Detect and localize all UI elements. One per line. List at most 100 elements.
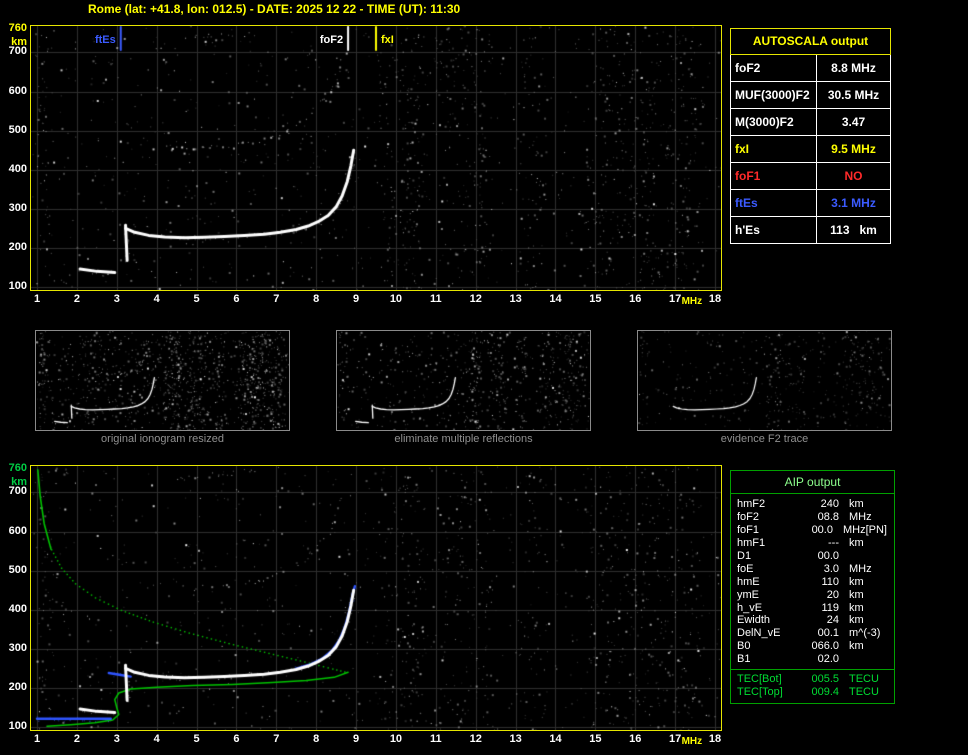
aip-row-label: foE [737, 562, 754, 575]
autoscala-row-label: h'Es [731, 217, 817, 243]
aip-row-b0: B0 066.0 km [737, 640, 889, 653]
thumbnail-caption-filtered: eliminate multiple reflections [394, 433, 533, 445]
autoscala-row-label: foF1 [731, 163, 817, 189]
x-axis-tick: 8 [313, 293, 320, 305]
page-title: Rome (lat: +41.8, lon: 012.5) - DATE: 20… [88, 2, 461, 16]
x-axis-tick: 16 [629, 733, 642, 745]
ionogram-plot-bottom [30, 465, 722, 731]
x-axis-unit: MHz [681, 736, 703, 747]
aip-row-unit: TECU [849, 685, 879, 698]
aip-row-unit: km [849, 601, 864, 614]
autoscala-row-value: 8.8 MHz [831, 61, 876, 75]
y-axis-tick: 100 [8, 720, 27, 732]
x-axis-tick: 4 [153, 293, 160, 305]
aip-row-tec[top]: TEC[Top] 009.4 TECU [737, 685, 889, 698]
autoscala-row-label: ftEs [731, 190, 817, 216]
x-axis-tick: 7 [273, 293, 280, 305]
y-axis-tick: 300 [8, 641, 27, 654]
aip-row-value: 110 [821, 575, 839, 588]
thumbnail-f2trace [637, 330, 892, 431]
aip-row-unit: km [849, 498, 864, 511]
aip-output-panel: AIP output hmF2 240 km foF2 08.8 MHz foF1 00.0 M… [730, 470, 895, 705]
y-axis-tick: 400 [8, 602, 27, 615]
aip-row-ewidth: Ewidth 24 km [737, 614, 889, 627]
ftes-marker-label: ftEs [94, 34, 116, 46]
aip-separator [731, 668, 894, 670]
x-axis-tick: 2 [73, 293, 80, 305]
aip-row-unit: TECU [849, 673, 879, 686]
autoscala-output-panel: AUTOSCALA output foF2 8.8 MHz MUF(3000)F2 3… [730, 28, 891, 244]
y-axis-tick: 200 [8, 240, 27, 253]
autoscala-row-value: 30.5 MHz [827, 88, 880, 102]
x-axis-tick: 4 [153, 733, 160, 745]
aip-row-tec[bot]: TEC[Bot] 005.5 TECU [737, 673, 889, 686]
aip-row-unit: km [849, 614, 864, 627]
thumbnail-caption-original: original ionogram resized [101, 433, 224, 445]
x-axis-tick: 13 [509, 293, 522, 305]
thumbnail-canvas-f2trace [638, 331, 891, 430]
aip-row-value: 066.0 [811, 640, 839, 653]
aip-row-value: 009.4 [811, 685, 839, 698]
aip-row-unit: MHz [849, 511, 872, 524]
aip-row-b1: B1 02.0 [737, 653, 889, 666]
aip-row-value: 119 [821, 601, 839, 614]
aip-row-hme: hmE 110 km [737, 575, 889, 588]
autoscala-row-fxi: fxI 9.5 MHz [730, 136, 891, 163]
autoscala-row-label: fxI [731, 136, 817, 162]
aip-row-value: 00.0 [817, 550, 839, 562]
x-axis-tick: 12 [469, 733, 482, 745]
autoscala-row-label: M(3000)F2 [731, 109, 817, 135]
aip-row-value: --- [828, 537, 839, 550]
aip-row-unit: km [849, 640, 864, 653]
x-axis-tick: 10 [389, 293, 403, 305]
y-axis-tick: 600 [8, 524, 27, 537]
x-axis-tick: 3 [113, 733, 120, 745]
x-axis-tick: 6 [233, 733, 240, 745]
aip-row-value: 02.0 [817, 653, 839, 666]
x-axis-tick: 16 [629, 293, 642, 305]
x-axis-tick: 2 [73, 733, 80, 745]
x-axis-tick: 11 [429, 733, 442, 745]
autoscala-row-value: 113 km [830, 223, 877, 237]
aip-row-value: 20 [826, 588, 839, 601]
thumbnail-caption-f2trace: evidence F2 trace [720, 433, 809, 445]
aip-row-unit: MHz [842, 524, 866, 537]
y-axis-tick: 760 [8, 462, 27, 474]
ionogram-plot-top: ftEs foF2 fxI [30, 25, 722, 291]
aip-row-value: 3.0 [823, 562, 839, 575]
fxi-marker-label: fxI [381, 34, 394, 46]
aip-row-yme: ymE 20 km [737, 588, 889, 601]
aip-row-hmf1: hmF1 --- km [737, 537, 889, 550]
x-axis-tick: 8 [313, 733, 320, 745]
ionogram-canvas-bottom [31, 466, 721, 730]
x-axis-tick: 6 [233, 293, 240, 305]
thumbnail-original [35, 330, 290, 431]
aip-row-note: [PN] [865, 524, 887, 537]
aip-row-label: hmF2 [737, 498, 766, 511]
aip-row-value: 08.8 [817, 511, 839, 524]
x-axis-tick: 1 [33, 733, 41, 745]
aip-row-label: foF2 [737, 511, 760, 524]
aip-row-unit: MHz [849, 562, 872, 575]
x-axis-tick: 14 [549, 293, 562, 305]
aip-row-value: 240 [820, 498, 839, 511]
aip-panel-title: AIP output [731, 471, 894, 494]
autoscala-row-value: NO [844, 169, 863, 183]
aip-row-fof2: foF2 08.8 MHz [737, 511, 889, 524]
autoscala-row-fof2: foF2 8.8 MHz [730, 55, 891, 82]
aip-row-unit: m^(-3) [849, 627, 881, 640]
x-axis-tick: 9 [352, 293, 360, 305]
x-axis-tick: 7 [273, 733, 280, 745]
aip-row-fof1: foF1 00.0 MHz [PN] [737, 524, 889, 537]
thumbnail-filtered [336, 330, 591, 431]
y-axis-tick: 400 [8, 162, 27, 175]
y-axis-tick: 600 [8, 84, 27, 97]
y-axis-unit: km [11, 36, 27, 48]
thumbnail-canvas-filtered [337, 331, 590, 430]
aip-row-unit: km [849, 575, 864, 588]
autoscala-row-label: foF2 [731, 55, 817, 81]
autoscala-panel-title: AUTOSCALA output [730, 28, 891, 55]
x-axis-tick: 12 [469, 293, 482, 305]
aip-row-label: DelN_vE [737, 627, 781, 640]
aip-row-label: B0 [737, 640, 751, 653]
